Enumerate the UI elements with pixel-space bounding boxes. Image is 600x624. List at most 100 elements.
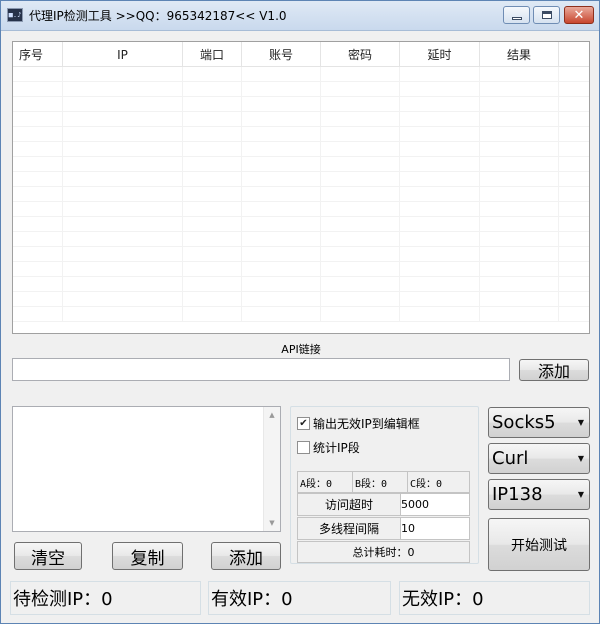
method-select[interactable]: Curl ▼ — [488, 443, 590, 474]
minimize-button[interactable] — [503, 6, 530, 24]
table-cell — [63, 67, 183, 82]
table-cell — [13, 97, 63, 112]
table-cell — [480, 67, 559, 82]
checkbox-unchecked-icon[interactable] — [297, 441, 310, 454]
table-cell — [242, 262, 321, 277]
table-cell — [13, 67, 63, 82]
table-cell — [63, 97, 183, 112]
table-row — [13, 112, 589, 127]
table-cell — [559, 292, 589, 307]
table-row — [13, 217, 589, 232]
copy-button[interactable]: 复制 — [112, 542, 183, 570]
table-cell — [400, 232, 480, 247]
table-cell — [321, 112, 400, 127]
table-body — [13, 67, 589, 322]
table-cell — [13, 187, 63, 202]
table-cell — [63, 127, 183, 142]
log-textarea[interactable]: ▲ ▼ — [12, 406, 281, 532]
table-cell — [559, 307, 589, 322]
table-cell — [321, 217, 400, 232]
table-cell — [63, 307, 183, 322]
stat-segment-checkbox[interactable]: 统计IP段 — [297, 439, 360, 456]
scroll-down-icon[interactable]: ▼ — [264, 515, 280, 531]
table-row — [13, 247, 589, 262]
table-cell — [559, 247, 589, 262]
table-cell — [242, 157, 321, 172]
source-select-value: IP138 — [492, 484, 543, 505]
table-cell — [183, 157, 242, 172]
invalid-ip-count: 无效IP：0 — [399, 581, 590, 615]
start-test-button[interactable]: 开始测试 — [488, 518, 590, 571]
table-cell — [400, 187, 480, 202]
table-cell — [400, 307, 480, 322]
segment-b-count: B段：0 — [352, 471, 408, 493]
table-cell — [242, 292, 321, 307]
table-cell — [13, 142, 63, 157]
method-select-value: Curl — [492, 448, 529, 469]
table-cell — [321, 187, 400, 202]
table-cell — [242, 112, 321, 127]
column-header-latency[interactable]: 延时 — [400, 42, 480, 67]
proxy-results-table[interactable]: 序号 IP 端口 账号 密码 延时 结果 — [12, 41, 590, 334]
window-title: 代理IP检测工具 >>QQ：965342187<< V1.0 — [29, 9, 287, 23]
protocol-select-value: Socks5 — [492, 412, 556, 433]
title-bar[interactable]: ■.♪ 代理IP检测工具 >>QQ：965342187<< V1.0 ✕ — [1, 1, 599, 31]
table-cell — [63, 217, 183, 232]
table-cell — [480, 202, 559, 217]
segment-c-count: C段：0 — [407, 471, 470, 493]
maximize-button[interactable] — [533, 6, 560, 24]
add-proxies-button[interactable]: 添加 — [211, 542, 281, 570]
segment-a-count: A段：0 — [297, 471, 353, 493]
table-cell — [321, 97, 400, 112]
column-header-account[interactable]: 账号 — [242, 42, 321, 67]
table-cell — [321, 292, 400, 307]
clear-button[interactable]: 清空 — [14, 542, 82, 570]
table-cell — [13, 217, 63, 232]
chevron-down-icon: ▼ — [577, 454, 585, 463]
table-cell — [559, 277, 589, 292]
table-cell — [480, 112, 559, 127]
minimize-icon — [511, 16, 522, 20]
scroll-up-icon[interactable]: ▲ — [264, 407, 280, 423]
source-select[interactable]: IP138 ▼ — [488, 479, 590, 510]
table-cell — [321, 142, 400, 157]
stat-segment-label: 统计IP段 — [313, 441, 360, 455]
table-cell — [321, 202, 400, 217]
table-row — [13, 277, 589, 292]
table-cell — [13, 307, 63, 322]
table-cell — [63, 172, 183, 187]
table-cell — [321, 172, 400, 187]
app-icon: ■.♪ — [7, 8, 23, 22]
table-cell — [242, 82, 321, 97]
table-cell — [559, 232, 589, 247]
log-scrollbar[interactable]: ▲ ▼ — [263, 407, 280, 531]
table-cell — [63, 292, 183, 307]
column-header-index[interactable]: 序号 — [13, 42, 63, 67]
table-header: 序号 IP 端口 账号 密码 延时 结果 — [13, 42, 589, 67]
column-header-port[interactable]: 端口 — [183, 42, 242, 67]
table-row — [13, 127, 589, 142]
column-header-ip[interactable]: IP — [63, 42, 183, 67]
table-cell — [13, 232, 63, 247]
close-button[interactable]: ✕ — [564, 6, 594, 24]
table-row — [13, 67, 589, 82]
table-cell — [242, 202, 321, 217]
table-cell — [559, 217, 589, 232]
protocol-select[interactable]: Socks5 ▼ — [488, 407, 590, 438]
column-header-password[interactable]: 密码 — [321, 42, 400, 67]
table-cell — [13, 127, 63, 142]
api-add-button[interactable]: 添加 — [519, 359, 589, 381]
checkbox-checked-icon[interactable]: ✔ — [297, 417, 310, 430]
table-cell — [321, 127, 400, 142]
timeout-input[interactable] — [400, 493, 470, 516]
table-cell — [400, 97, 480, 112]
table-cell — [63, 247, 183, 262]
table-cell — [242, 142, 321, 157]
thread-interval-label: 多线程间隔 — [297, 517, 401, 540]
api-url-input[interactable] — [12, 358, 510, 381]
output-invalid-checkbox[interactable]: ✔ 输出无效IP到编辑框 — [297, 415, 420, 432]
thread-interval-input[interactable] — [400, 517, 470, 540]
column-header-result[interactable]: 结果 — [480, 42, 559, 67]
api-link-label: API链接 — [281, 343, 321, 356]
table-cell — [480, 127, 559, 142]
